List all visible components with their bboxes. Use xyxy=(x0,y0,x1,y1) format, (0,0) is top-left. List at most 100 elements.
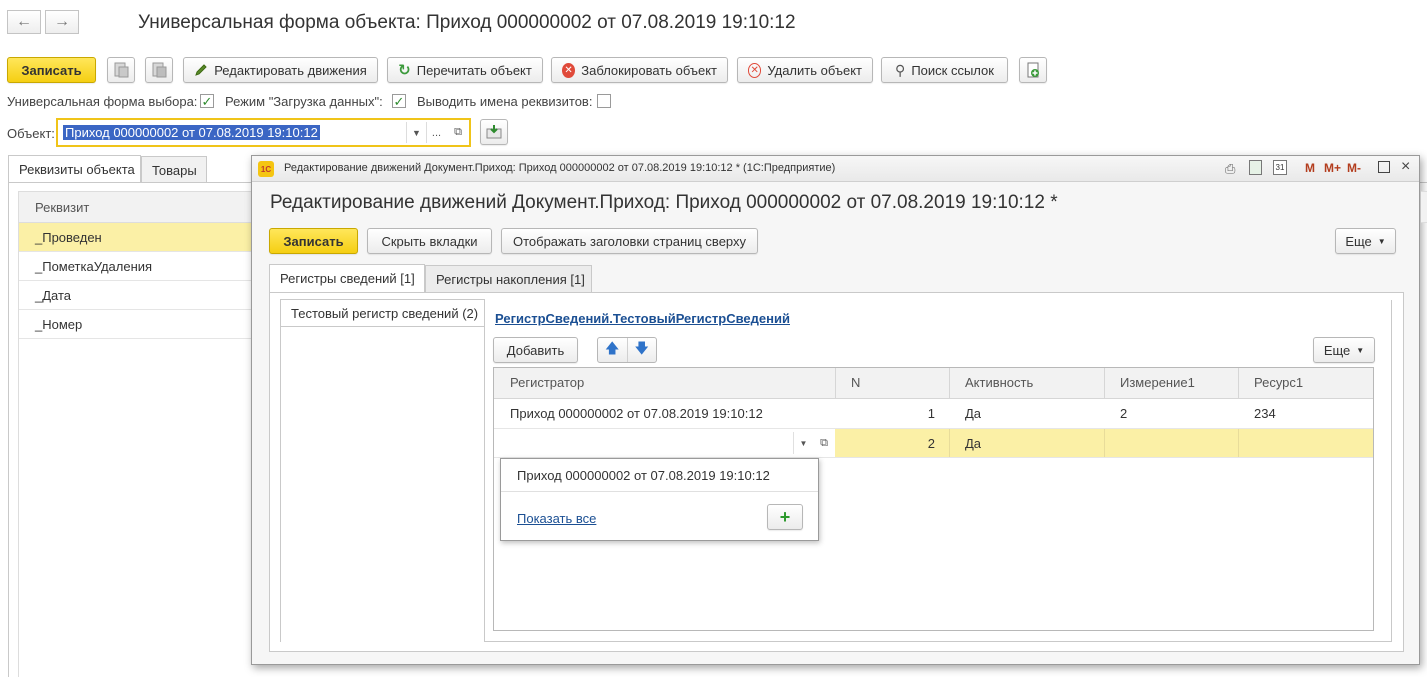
dialog-window-title: Редактирование движений Документ.Приход:… xyxy=(284,162,836,174)
show-headers-label: Отображать заголовки страниц сверху xyxy=(512,233,747,249)
find-refs-label: Поиск ссылок xyxy=(911,62,994,78)
open-icon[interactable]: ⧉ xyxy=(814,432,834,454)
delete-object-button[interactable]: ✕ Удалить объект xyxy=(737,57,873,83)
load-mode-checkbox[interactable]: ✓ xyxy=(392,94,406,108)
reread-button[interactable]: ↻ Перечитать объект xyxy=(387,57,543,83)
open-form-icon xyxy=(486,125,502,139)
column-divider xyxy=(1238,429,1239,457)
memory-button[interactable]: M xyxy=(1305,161,1315,175)
table-row[interactable]: ▼ ⧉ 2 Да xyxy=(494,429,1373,458)
dropdown-item[interactable]: Приход 000000002 от 07.08.2019 19:10:12 xyxy=(501,459,818,492)
column-divider xyxy=(835,368,836,399)
save-button[interactable]: Записать xyxy=(7,57,96,83)
tab-accumulation-registers[interactable]: Регистры накопления [1] xyxy=(425,265,592,292)
lock-button[interactable]: ✕ Заблокировать объект xyxy=(551,57,728,83)
open-icon[interactable]: ⧉ xyxy=(448,122,468,143)
object-field[interactable]: Приход 000000002 от 07.08.2019 19:10:12 … xyxy=(56,118,471,147)
arrow-left-icon: ← xyxy=(16,13,32,30)
tab-info-registers[interactable]: Регистры сведений [1] xyxy=(269,264,425,292)
n-cell: 1 xyxy=(927,406,935,421)
table-row[interactable]: _Номер xyxy=(18,310,258,339)
show-names-label: Выводить имена реквизитов: xyxy=(417,94,593,109)
show-names-checkbox[interactable] xyxy=(597,94,611,108)
column-divider xyxy=(1238,368,1239,399)
checkmark-icon: ✓ xyxy=(393,93,405,109)
registrar-edit-field[interactable]: ▼ ⧉ xyxy=(494,429,835,457)
register-item-label: Тестовый регистр сведений (2) xyxy=(291,305,479,321)
more-label: Еще xyxy=(1345,233,1372,249)
select-ellipsis-button[interactable]: ... xyxy=(426,122,446,143)
tab-object-attributes[interactable]: Реквизиты объекта xyxy=(8,155,141,183)
more-label: Еще xyxy=(1323,342,1351,358)
tab-goods[interactable]: Товары xyxy=(141,156,207,183)
dialog-titlebar: 1C Редактирование движений Документ.Прих… xyxy=(252,156,1419,182)
print-icon[interactable]: ⎙ xyxy=(1225,161,1235,177)
column-header-attribute: Реквизит xyxy=(35,200,90,215)
open-object-button[interactable] xyxy=(480,119,508,145)
more2-button[interactable]: Еще ▼ xyxy=(1313,337,1375,363)
close-icon[interactable]: × xyxy=(1401,158,1410,176)
post-button[interactable] xyxy=(107,57,135,83)
maximize-icon[interactable] xyxy=(1378,161,1390,173)
arrow-right-icon: → xyxy=(54,13,70,30)
table-row[interactable]: Приход 000000002 от 07.08.2019 19:10:12 … xyxy=(494,399,1373,429)
create-new-button[interactable]: + xyxy=(767,504,803,530)
document-add-icon xyxy=(1027,62,1039,78)
add-button[interactable]: Добавить xyxy=(493,337,578,363)
register-list-item[interactable]: Тестовый регистр сведений (2) xyxy=(280,299,485,327)
move-up-icon[interactable]: 🡅 xyxy=(598,338,628,362)
dropdown-arrow-icon[interactable]: ▼ xyxy=(793,432,813,454)
n-cell: 2 xyxy=(927,436,935,451)
column-divider xyxy=(1104,368,1105,399)
choice-dropdown: Приход 000000002 от 07.08.2019 19:10:12 … xyxy=(500,458,819,541)
new-document-button[interactable] xyxy=(1019,57,1047,83)
calculator-icon[interactable] xyxy=(1249,160,1262,175)
app-logo-icon: 1C xyxy=(258,161,274,177)
edit-movements-button[interactable]: Редактировать движения xyxy=(183,57,378,83)
hide-tabs-button[interactable]: Скрыть вкладки xyxy=(367,228,492,254)
search-icon: ⚲ xyxy=(895,61,906,78)
hide-tabs-label: Скрыть вкладки xyxy=(381,233,478,249)
table-row[interactable]: _Дата xyxy=(18,281,258,310)
column-header-dimension1: Измерение1 xyxy=(1120,375,1195,390)
attributes-header-edge xyxy=(1421,191,1427,223)
calendar-icon[interactable]: 31 xyxy=(1273,160,1287,175)
chevron-down-icon: ▼ xyxy=(1356,345,1365,355)
tab-panel-border xyxy=(8,182,9,677)
move-down-icon[interactable]: 🡇 xyxy=(628,338,657,362)
attribute-name: _ПометкаУдаления xyxy=(35,259,153,274)
refresh-icon: ↻ xyxy=(398,62,411,79)
stop-icon: ✕ xyxy=(562,62,576,78)
show-headers-top-button[interactable]: Отображать заголовки страниц сверху xyxy=(501,228,758,254)
load-mode-label: Режим "Загрузка данных": xyxy=(225,94,383,109)
column-divider xyxy=(949,368,950,399)
attribute-name: _Дата xyxy=(35,288,72,303)
dropdown-arrow-icon[interactable]: ▼ xyxy=(406,122,426,143)
table-row[interactable]: _Проведен xyxy=(18,223,258,252)
universal-select-checkbox[interactable]: ✓ xyxy=(200,94,214,108)
forward-button[interactable]: → xyxy=(45,10,79,34)
document-unpost-icon xyxy=(152,62,167,78)
movements-dialog: 1C Редактирование движений Документ.Прих… xyxy=(251,155,1420,665)
register-link[interactable]: РегистрСведений.ТестовыйРегистрСведений xyxy=(495,311,790,326)
back-button[interactable]: ← xyxy=(7,10,41,34)
memory-minus-button[interactable]: M- xyxy=(1347,161,1361,175)
move-buttons: 🡅 🡇 xyxy=(597,337,657,363)
register-content-border xyxy=(484,300,485,642)
column-header-registrar: Регистратор xyxy=(510,375,585,390)
dropdown-item-label: Приход 000000002 от 07.08.2019 19:10:12 xyxy=(517,468,770,483)
universal-select-label: Универсальная форма выбора: xyxy=(7,94,198,109)
find-refs-button[interactable]: ⚲ Поиск ссылок xyxy=(881,57,1008,83)
show-all-link[interactable]: Показать все xyxy=(517,511,596,526)
more-button[interactable]: Еще ▼ xyxy=(1335,228,1396,254)
memory-plus-button[interactable]: M+ xyxy=(1324,161,1341,175)
save-label: Записать xyxy=(21,62,82,78)
registrar-cell: Приход 000000002 от 07.08.2019 19:10:12 xyxy=(510,406,763,421)
register-content-border-bottom xyxy=(484,641,1392,642)
register-list-border xyxy=(280,327,281,642)
save-label: Записать xyxy=(283,233,344,249)
unpost-button[interactable] xyxy=(145,57,173,83)
dialog-save-button[interactable]: Записать xyxy=(269,228,358,254)
table-row[interactable]: _ПометкаУдаления xyxy=(18,252,258,281)
edit-movements-label: Редактировать движения xyxy=(214,62,367,78)
